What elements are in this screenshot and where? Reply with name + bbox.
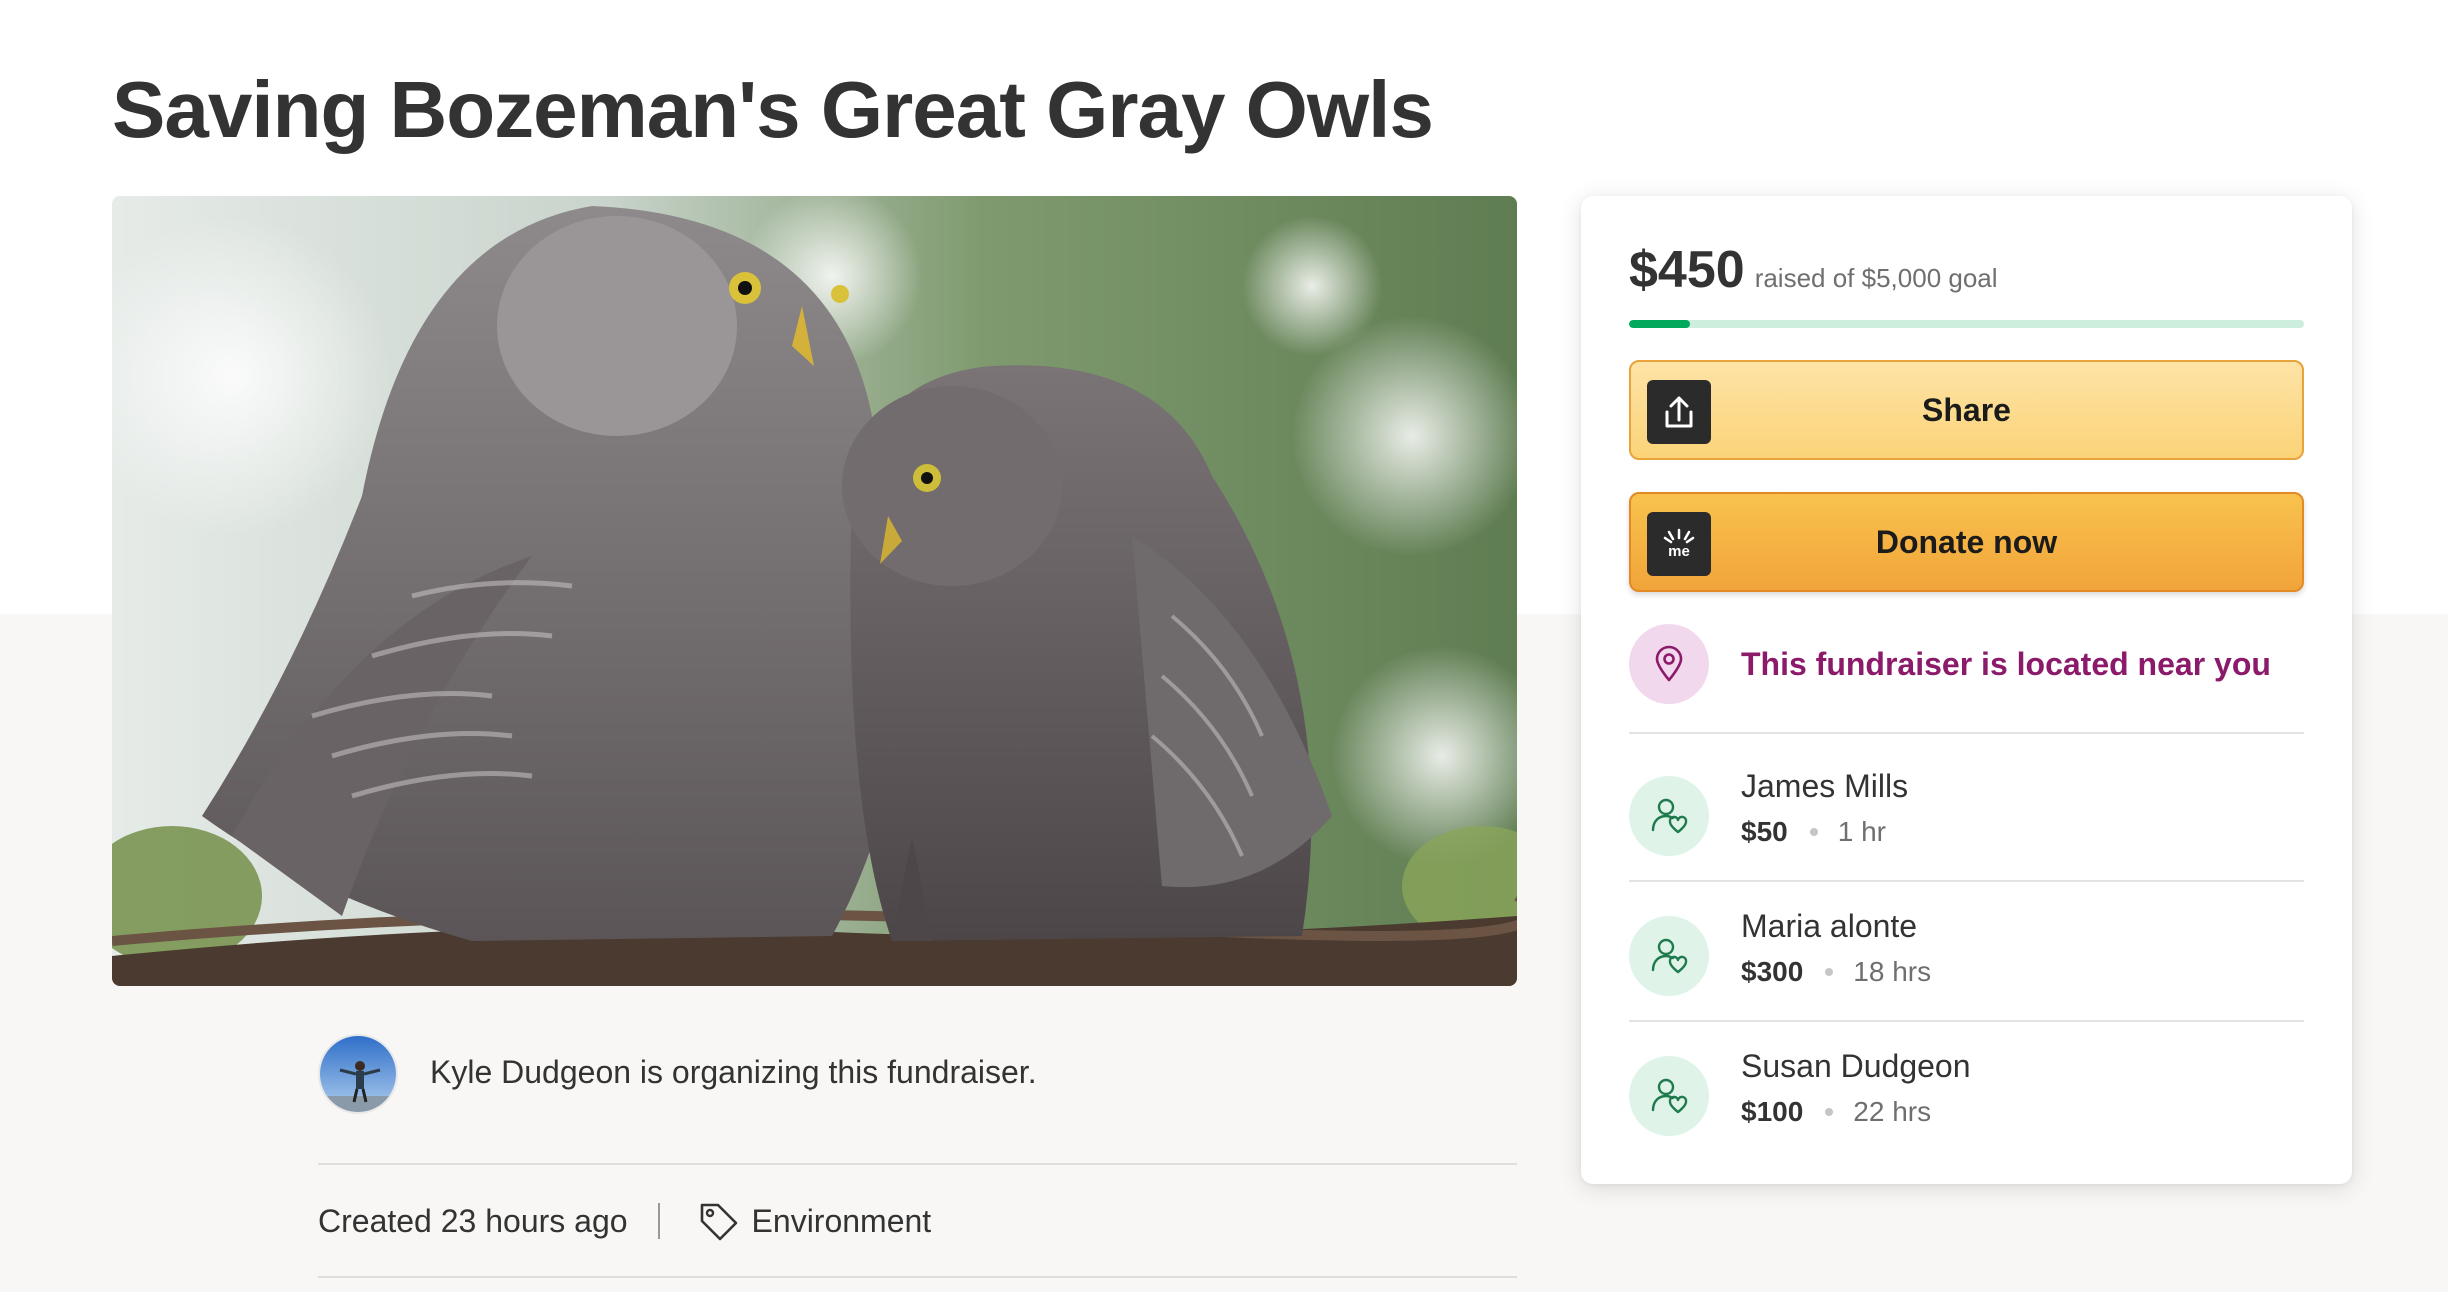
raised-summary: $450 raised of $5,000 goal bbox=[1629, 240, 1998, 300]
donation-amount: $300 bbox=[1741, 956, 1804, 987]
donation-card: $450 raised of $5,000 goal Share me Dona… bbox=[1581, 196, 2352, 1184]
separator-dot bbox=[1825, 1108, 1834, 1116]
progress-bar bbox=[1629, 320, 2304, 328]
share-button[interactable]: Share bbox=[1629, 360, 2304, 460]
donor-heart-person-icon bbox=[1629, 776, 1709, 856]
location-pin-icon bbox=[1629, 624, 1709, 704]
separator-dot bbox=[1809, 828, 1818, 836]
donation-amount: $50 bbox=[1741, 816, 1788, 847]
page-title: Saving Bozeman's Great Gray Owls bbox=[112, 65, 1434, 154]
share-upload-icon bbox=[1647, 380, 1711, 444]
svg-text:me: me bbox=[1668, 543, 1690, 560]
meta-row: Created 23 hours ago Environment bbox=[318, 1196, 931, 1246]
tag-icon bbox=[700, 1203, 737, 1241]
divider bbox=[1629, 1020, 2304, 1022]
divider bbox=[1629, 880, 2304, 882]
nearby-notice[interactable]: This fundraiser is located near you bbox=[1629, 624, 2304, 704]
donation-time: 18 hrs bbox=[1853, 956, 1932, 987]
donation-time: 22 hrs bbox=[1853, 1096, 1932, 1127]
donation-item: Maria alonte $300 18 hrs bbox=[1629, 908, 2304, 1008]
progress-fill bbox=[1629, 320, 1690, 328]
donate-button[interactable]: me Donate now bbox=[1629, 492, 2304, 592]
donation-item: James Mills $50 1 hr bbox=[1629, 768, 2304, 868]
donate-label: Donate now bbox=[1875, 523, 2058, 560]
donor-name: Maria alonte bbox=[1741, 908, 1918, 944]
hero-image bbox=[112, 196, 1517, 986]
donor-heart-person-icon bbox=[1629, 916, 1709, 996]
donor-name: James Mills bbox=[1741, 768, 1909, 804]
donation-amount: $100 bbox=[1741, 1096, 1804, 1127]
divider bbox=[1629, 732, 2304, 734]
category-link[interactable]: Environment bbox=[752, 1203, 932, 1240]
separator-dot bbox=[1825, 968, 1834, 976]
created-time: Created 23 hours ago bbox=[318, 1202, 628, 1239]
organizer-row: Kyle Dudgeon is organizing this fundrais… bbox=[318, 1034, 1517, 1114]
donor-name: Susan Dudgeon bbox=[1741, 1048, 1971, 1084]
donation-item: Susan Dudgeon $100 22 hrs bbox=[1629, 1048, 2304, 1148]
goal-text: raised of $5,000 goal bbox=[1754, 263, 1998, 293]
donation-time: 1 hr bbox=[1837, 816, 1886, 847]
share-label: Share bbox=[1922, 391, 2011, 428]
nearby-text: This fundraiser is located near you bbox=[1741, 645, 2271, 682]
separator bbox=[657, 1203, 660, 1239]
organizer-text: Kyle Dudgeon is organizing this fundrais… bbox=[430, 1054, 1037, 1090]
organizer-avatar[interactable] bbox=[318, 1034, 398, 1114]
gofundme-logo-icon: me bbox=[1647, 512, 1711, 576]
divider bbox=[318, 1163, 1517, 1165]
divider bbox=[318, 1276, 1517, 1278]
raised-amount: $450 bbox=[1629, 241, 1745, 299]
donor-heart-person-icon bbox=[1629, 1056, 1709, 1136]
